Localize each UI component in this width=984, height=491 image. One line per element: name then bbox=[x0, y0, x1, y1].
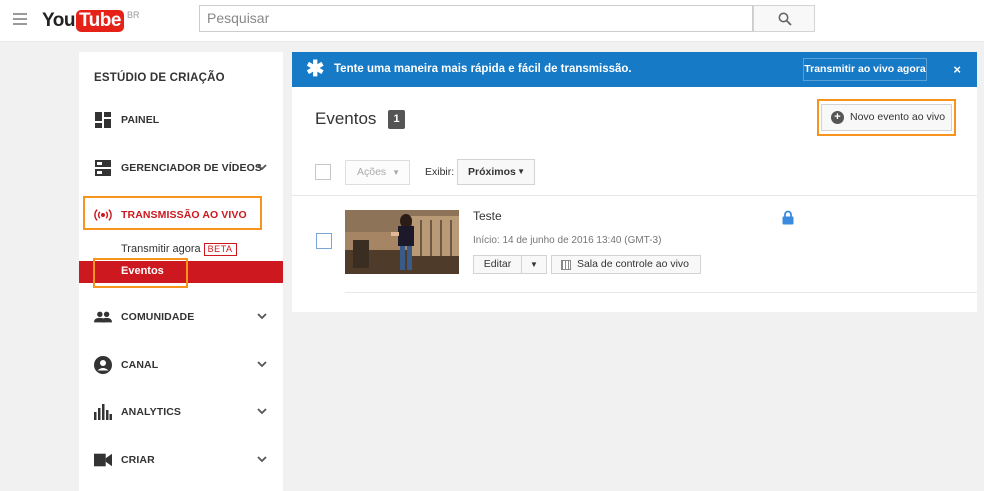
divider bbox=[292, 195, 977, 196]
chevron-down-icon[interactable] bbox=[257, 406, 267, 418]
beta-badge: BETA bbox=[203, 243, 237, 256]
sidebar-item-criar[interactable]: CRIAR bbox=[79, 445, 283, 475]
event-start-date: Início: 14 de junho de 2016 13:40 (GMT-3… bbox=[473, 235, 662, 246]
show-filter-dropdown[interactable]: Próximos ▼ bbox=[457, 159, 535, 185]
edit-button[interactable]: Editar bbox=[473, 255, 522, 274]
chevron-down-icon[interactable] bbox=[257, 162, 267, 174]
caret-down-icon: ▼ bbox=[517, 167, 525, 176]
chevron-down-icon[interactable] bbox=[257, 311, 267, 323]
control-room-button[interactable]: Sala de controle ao vivo bbox=[551, 255, 701, 274]
event-row-checkbox[interactable] bbox=[316, 233, 332, 249]
video-manager-icon bbox=[94, 159, 112, 177]
sidebar-item-canal[interactable]: CANAL bbox=[79, 350, 283, 380]
highlight-eventos bbox=[93, 258, 188, 288]
search-input[interactable]: Pesquisar bbox=[199, 5, 753, 32]
page-title: Eventos bbox=[315, 109, 377, 128]
sidebar-title: ESTÚDIO DE CRIAÇÃO bbox=[94, 72, 225, 84]
search-button[interactable] bbox=[753, 5, 815, 32]
lock-icon bbox=[782, 210, 794, 228]
show-label: Exibir: bbox=[425, 166, 455, 178]
close-icon[interactable]: × bbox=[953, 62, 961, 77]
sidebar-item-analytics[interactable]: ANALYTICS bbox=[79, 397, 283, 427]
studio-sidebar: ESTÚDIO DE CRIAÇÃO PAINEL GERENCIADOR DE… bbox=[79, 52, 283, 491]
caret-down-icon: ▼ bbox=[530, 260, 538, 269]
sidebar-item-video-manager[interactable]: GERENCIADOR DE VÍDEOS bbox=[79, 153, 283, 183]
dashboard-icon bbox=[94, 111, 112, 129]
analytics-icon bbox=[94, 403, 112, 421]
sidebar-item-comunidade[interactable]: COMUNIDADE bbox=[79, 302, 283, 332]
chevron-down-icon[interactable] bbox=[257, 454, 267, 466]
select-all-checkbox[interactable] bbox=[315, 164, 331, 180]
star-icon: ✱ bbox=[306, 56, 325, 81]
row-divider bbox=[345, 292, 977, 293]
events-count-badge: 1 bbox=[388, 110, 405, 129]
highlight-new-event bbox=[817, 99, 956, 136]
youtube-logo[interactable]: You Tube BR bbox=[42, 8, 139, 34]
events-panel: Eventos 1 + Novo evento ao vivo Ações ▼ … bbox=[292, 87, 977, 312]
search-icon bbox=[778, 12, 792, 26]
event-title[interactable]: Teste bbox=[473, 209, 502, 223]
caret-down-icon: ▼ bbox=[392, 168, 400, 177]
menu-icon[interactable] bbox=[13, 13, 27, 25]
community-icon bbox=[94, 308, 112, 326]
film-icon bbox=[561, 260, 571, 270]
event-thumbnail[interactable] bbox=[345, 210, 459, 274]
edit-options-dropdown[interactable]: ▼ bbox=[521, 255, 547, 274]
sidebar-subitem-transmitir-agora[interactable]: Transmitir agora BETA bbox=[121, 243, 237, 256]
chevron-down-icon[interactable] bbox=[257, 359, 267, 371]
channel-icon bbox=[94, 356, 112, 374]
sidebar-item-painel[interactable]: PAINEL bbox=[79, 105, 283, 135]
promo-banner: ✱ Tente uma maneira mais rápida e fácil … bbox=[292, 52, 977, 87]
actions-dropdown[interactable]: Ações ▼ bbox=[345, 160, 410, 185]
top-bar: You Tube BR Pesquisar bbox=[0, 0, 984, 42]
create-icon bbox=[94, 451, 112, 469]
banner-message: Tente uma maneira mais rápida e fácil de… bbox=[334, 63, 632, 75]
stream-now-button[interactable]: Transmitir ao vivo agora bbox=[803, 58, 927, 81]
highlight-live-broadcast bbox=[83, 196, 262, 230]
